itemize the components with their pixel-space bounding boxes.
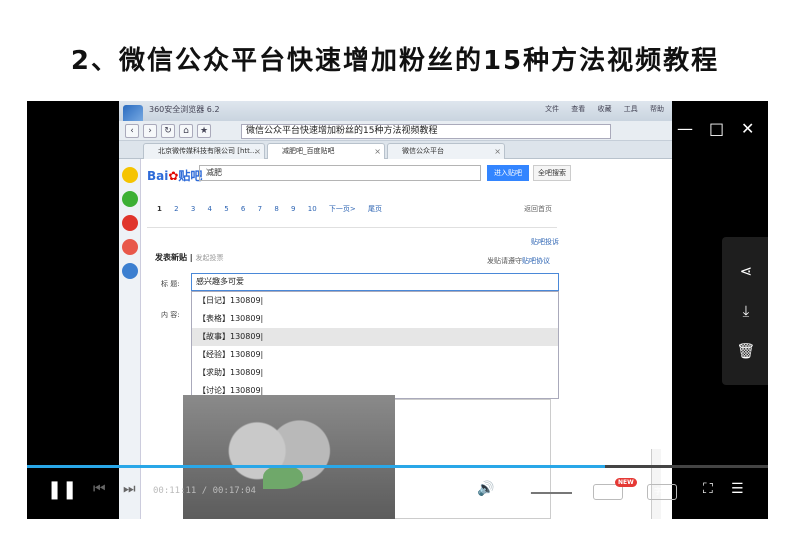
video-player[interactable]: 360安全浏览器 6.2 文件 查看 收藏 工具 帮助 ‹ › ↻ ⌂ ★ 微信…: [27, 101, 768, 519]
time-total: 00:17:04: [212, 486, 256, 496]
previous-icon[interactable]: ⏮: [93, 481, 106, 497]
browser-toolbar: ‹ › ↻ ⌂ ★ 微信公众平台快速增加粉丝的15种方法视频教程: [119, 121, 672, 141]
menu-file: 文件: [545, 105, 560, 113]
suggestion-item: 【故事】130809|: [192, 328, 558, 346]
enter-bar-button: 进入贴吧: [487, 165, 529, 181]
page-link: 1: [157, 205, 162, 213]
app-icon: [122, 239, 138, 255]
tab-label: 微信公众平台: [402, 147, 444, 155]
suggestion-item: 【日记】130809|: [198, 296, 264, 305]
page-link: 8: [274, 205, 279, 213]
content-label: 内 容:: [161, 311, 180, 319]
maximize-icon[interactable]: □: [709, 119, 724, 138]
suggestion-item: 【表格】130809|: [198, 314, 264, 323]
home-icon: ⌂: [179, 124, 193, 138]
close-icon: ×: [374, 147, 381, 156]
tab-company: 北京微传媒科技有限公司 [htt... ×: [143, 143, 265, 159]
logo-paw-icon: ✿: [168, 169, 179, 183]
next-icon[interactable]: ⏭: [123, 481, 136, 497]
menu-favorites: 收藏: [597, 105, 612, 113]
suggestion-item: 【求助】130809|: [198, 368, 264, 377]
baidu-logo: Bai✿贴吧: [147, 167, 202, 184]
video-frame: 360安全浏览器 6.2 文件 查看 收藏 工具 帮助 ‹ › ↻ ⌂ ★ 微信…: [119, 101, 672, 519]
delete-icon[interactable]: 🗑: [736, 341, 756, 361]
phone-icon: [122, 191, 138, 207]
pager: 1 2 3 4 5 6 7 8 9 10 下一页> 尾页: [157, 204, 392, 214]
back-home-link: 返回首页: [524, 205, 552, 213]
suggestion-item: 【经验】130809|: [198, 350, 264, 359]
tab-tieba: 减肥吧_百度贴吧 ×: [267, 143, 385, 159]
page-heading: 2、微信公众平台快速增加粉丝的15种方法视频教程: [70, 46, 720, 76]
weibo-icon: [122, 215, 138, 231]
minimize-icon[interactable]: —: [677, 119, 693, 138]
time-current: 00:11:11: [153, 486, 197, 496]
page-link: 3: [190, 205, 196, 213]
page-link: 2: [174, 205, 179, 213]
star-icon: ★: [197, 124, 211, 138]
tab-label: 北京微传媒科技有限公司 [htt...: [158, 147, 257, 155]
koala-image: [183, 395, 395, 519]
post-title-input: 感兴趣多可爱: [191, 273, 559, 291]
post-header: 发表新贴 | 发起投票: [155, 253, 224, 262]
volume-knob[interactable]: [522, 489, 531, 497]
next-page-link: 下一页>: [328, 205, 356, 213]
tab-weixin: 微信公众平台 ×: [387, 143, 505, 159]
menu-help: 帮助: [650, 105, 664, 113]
logo-text: Bai: [147, 169, 169, 183]
title-label: 标 题:: [161, 280, 180, 288]
page-link: 4: [207, 205, 212, 213]
share-icon[interactable]: ⋖: [736, 261, 756, 281]
browser-name: 360安全浏览器 6.2: [149, 105, 220, 114]
tieba-search-input: 减肥: [199, 165, 481, 181]
page-link: 5: [224, 205, 229, 213]
post-sub-label: 发起投票: [195, 254, 224, 262]
browser-titlebar: 360安全浏览器 6.2 文件 查看 收藏 工具 帮助: [119, 101, 672, 125]
browser-tabs: 北京微传媒科技有限公司 [htt... × 减肥吧_百度贴吧 × 微信公众平台 ×: [119, 141, 672, 159]
page-link: 10: [307, 205, 317, 213]
playlist-icon[interactable]: ☰: [731, 481, 744, 497]
divider: [147, 227, 557, 228]
subtitle-button[interactable]: 字幕: [647, 484, 677, 500]
menu-view: 查看: [571, 105, 586, 113]
pause-icon[interactable]: ❚❚: [47, 479, 77, 500]
tab-label: 减肥吧_百度贴吧: [282, 147, 335, 155]
page-link: 6: [240, 205, 246, 213]
title-suggestion-dropdown: 【日记】130809| 【表格】130809| 【故事】130809| 【经验】…: [191, 291, 559, 399]
rule-prefix: 发贴请遵守: [487, 257, 522, 265]
close-icon: ×: [494, 147, 501, 156]
volume-slider[interactable]: [502, 489, 572, 497]
address-bar: 微信公众平台快速增加粉丝的15种方法视频教程: [241, 124, 611, 139]
time-display: 00:11:11 / 00:17:04: [153, 486, 256, 496]
favorites-icon: [122, 167, 138, 183]
refresh-icon: ↻: [161, 124, 175, 138]
leaf-shape: [263, 465, 303, 489]
rule-link: 贴吧协议: [522, 257, 550, 265]
browser-menu: 文件 查看 收藏 工具 帮助: [535, 104, 664, 114]
close-icon[interactable]: ✕: [741, 119, 754, 138]
download-icon[interactable]: ⤓: [736, 301, 756, 321]
rule-note: 发贴请遵守贴吧协议: [487, 256, 550, 266]
forward-icon: ›: [143, 124, 157, 138]
close-icon: ×: [254, 147, 261, 156]
fullscreen-icon[interactable]: ⛶: [703, 481, 713, 497]
volume-icon[interactable]: 🔊: [477, 481, 494, 497]
progress-bar[interactable]: [27, 465, 768, 468]
new-badge: NEW: [615, 478, 637, 487]
back-icon: ‹: [125, 124, 139, 138]
page-link: 7: [257, 205, 263, 213]
report-link: 贴吧投诉: [531, 238, 559, 246]
pin-icon: [122, 263, 138, 279]
menu-tools: 工具: [623, 105, 638, 113]
page-link: 9: [291, 205, 296, 213]
side-action-panel: ⋖ ⤓ 🗑: [722, 237, 768, 385]
progress-fill: [27, 465, 605, 468]
post-header-label: 发表新贴: [155, 253, 187, 262]
search-all-button: 全吧搜索: [533, 165, 571, 181]
last-page-link: 尾页: [368, 205, 382, 213]
